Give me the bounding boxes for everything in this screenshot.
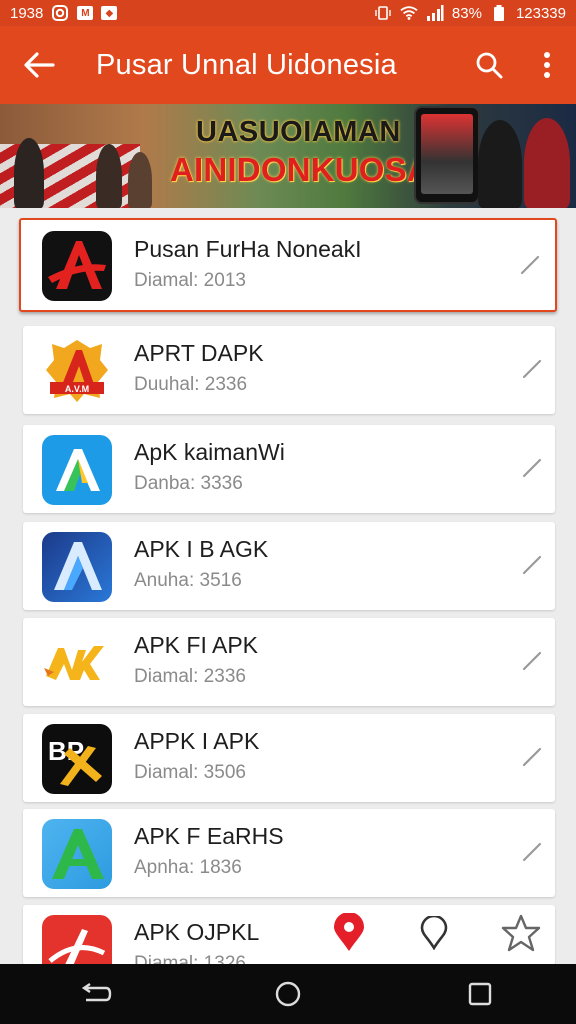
app-name: ApK kaimanWi [134, 439, 285, 465]
list-item[interactable]: A.V.M APRT DAPK Duuhal: 2336 [23, 326, 555, 414]
status-left: 1938 M ◆ [10, 4, 118, 22]
app-name: Pusan FurHa NoneakI [134, 236, 362, 262]
status-clock: 123339 [515, 4, 566, 22]
flame-a-badge-icon: A.V.M [42, 336, 112, 406]
system-nav-bar [0, 964, 576, 1024]
pencil-icon[interactable] [521, 457, 543, 479]
app-bar: Pusar Unnal Uidonesia [0, 26, 576, 104]
black-bx-icon: BP [42, 724, 112, 794]
app-meta: Diamal: 2336 [134, 666, 246, 687]
app-name: APK FI APK [134, 632, 258, 658]
list-item[interactable]: APK OJPKL Diamal: 1326 [23, 905, 555, 965]
app-name: APK F EaRHS [134, 823, 284, 849]
banner-person-left [14, 138, 44, 208]
back-button[interactable] [0, 26, 78, 104]
more-options-button[interactable] [518, 26, 576, 104]
promo-banner[interactable]: UASUOIAMAN AINIDONKUOSA [0, 104, 576, 208]
app-meta: Duuhal: 2336 [134, 374, 248, 395]
arrow-left-icon [24, 52, 55, 78]
location-pin-icon[interactable] [331, 912, 367, 958]
green-a-icon [42, 819, 112, 889]
status-right: 83% 123339 [374, 5, 566, 22]
banner-person-2 [96, 144, 122, 208]
app-meta: Anuha: 3516 [134, 570, 242, 591]
pencil-icon[interactable] [519, 254, 541, 276]
banner-phone-image [414, 106, 480, 204]
quick-actions [331, 912, 541, 958]
wifi-icon [400, 5, 418, 21]
app-meta: Danba: 3336 [134, 473, 243, 494]
vibrate-icon [374, 5, 392, 21]
svg-text:A.V.M: A.V.M [65, 384, 89, 394]
blue-a-icon [42, 435, 112, 505]
star-icon[interactable] [501, 913, 541, 958]
search-button[interactable] [460, 26, 518, 104]
status-bar: 1938 M ◆ 83% 123339 [0, 0, 576, 26]
pencil-icon[interactable] [521, 746, 543, 768]
red-a-icon [42, 231, 112, 301]
status-time: 1938 [10, 4, 44, 22]
home-circle-icon [275, 981, 301, 1007]
app-notification-icon: ◆ [101, 6, 118, 20]
nav-back-button[interactable] [66, 964, 126, 1024]
app-name: APRT DAPK [134, 340, 264, 366]
app-name: APK OJPKL [134, 919, 260, 945]
more-vert-icon [544, 52, 550, 78]
app-name: APK I B AGK [134, 536, 269, 562]
navy-a-icon [42, 532, 112, 602]
map-pin-outline-icon[interactable] [419, 914, 449, 955]
mail-icon: M [77, 6, 94, 20]
recents-square-icon [468, 982, 492, 1006]
app-meta: Diamal: 2013 [134, 270, 246, 291]
yellow-apk-icon [42, 628, 112, 698]
pencil-icon[interactable] [521, 650, 543, 672]
signal-icon [426, 5, 444, 21]
banner-person-3 [128, 152, 152, 208]
banner-person-right-2 [524, 118, 570, 208]
list-item[interactable]: APK I B AGK Anuha: 3516 [23, 522, 555, 610]
app-name: APPK I APK [134, 728, 260, 754]
pencil-icon[interactable] [521, 841, 543, 863]
pencil-icon[interactable] [521, 554, 543, 576]
pencil-icon[interactable] [521, 358, 543, 380]
list-item[interactable]: ApK kaimanWi Danba: 3336 [23, 425, 555, 513]
page-title: Pusar Unnal Uidonesia [96, 48, 397, 81]
app-meta: Diamal: 3506 [134, 762, 246, 783]
instagram-icon [51, 5, 69, 21]
red-stripe-icon [42, 915, 112, 965]
list-item[interactable]: BP APPK I APK Diamal: 3506 [23, 714, 555, 802]
back-nav-icon [81, 983, 112, 1002]
battery-percent: 83% [451, 4, 482, 22]
banner-subheadline: AINIDONKUOSA [170, 151, 431, 188]
banner-person-right-1 [478, 120, 522, 208]
list-item[interactable]: APK FI APK Diamal: 2336 [23, 618, 555, 706]
nav-recents-button[interactable] [450, 964, 510, 1024]
app-meta: Apnha: 1836 [134, 857, 242, 878]
nav-home-button[interactable] [258, 964, 318, 1024]
search-icon [476, 52, 503, 79]
battery-icon [490, 5, 508, 21]
list-item[interactable]: Pusan FurHa NoneakI Diamal: 2013 [19, 218, 557, 312]
banner-headline: UASUOIAMAN [196, 116, 401, 148]
list-item[interactable]: APK F EaRHS Apnha: 1836 [23, 809, 555, 897]
